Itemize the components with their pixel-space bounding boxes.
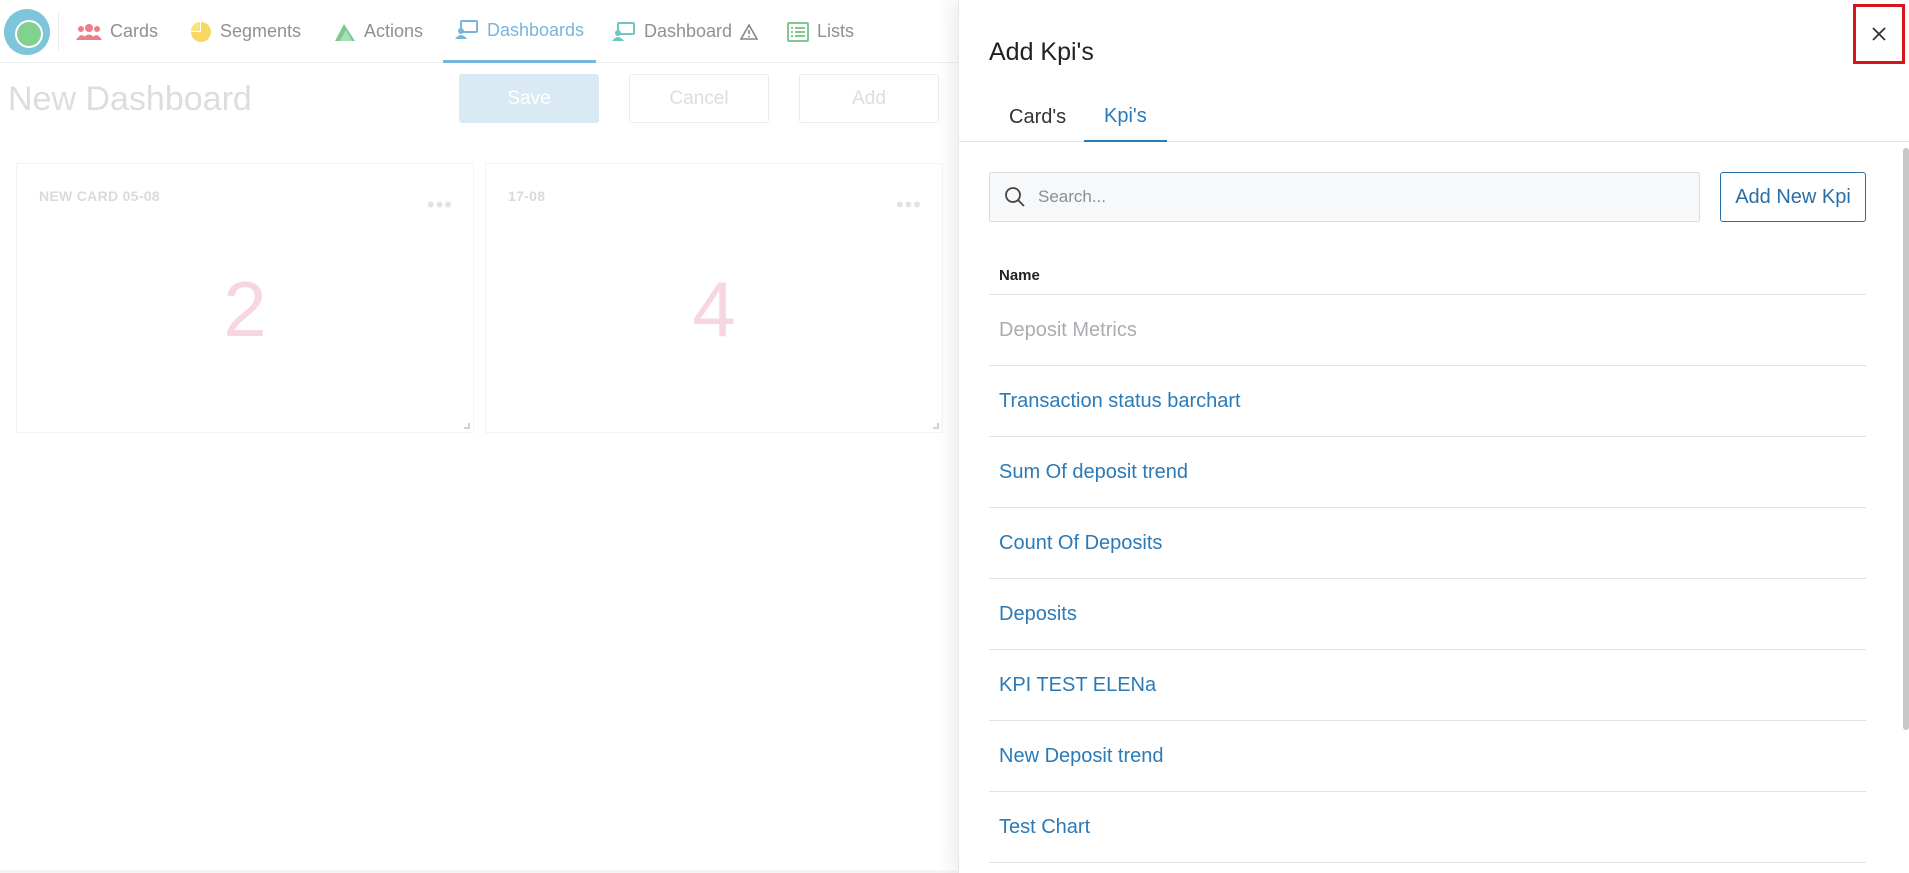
- drawer-title: Add Kpi's: [989, 38, 1094, 66]
- close-icon: [1872, 27, 1886, 41]
- drawer-tabs: Card's Kpi's: [959, 92, 1909, 142]
- kpi-row: Deposit Metrics: [989, 295, 1866, 366]
- scrollbar[interactable]: [1903, 148, 1909, 730]
- search-box: [989, 172, 1700, 222]
- search-input[interactable]: [1038, 187, 1658, 207]
- kpi-row[interactable]: Count Of Deposits: [989, 508, 1866, 579]
- add-new-kpi-button[interactable]: Add New Kpi: [1720, 172, 1866, 222]
- kpi-row[interactable]: Test Chart: [989, 792, 1866, 863]
- kpi-row[interactable]: New Deposit trend: [989, 721, 1866, 792]
- kpi-row[interactable]: KPI TEST ELENa: [989, 650, 1866, 721]
- modal-backdrop[interactable]: [0, 0, 958, 873]
- tab-kpis[interactable]: Kpi's: [1084, 92, 1167, 142]
- tab-cards[interactable]: Card's: [989, 92, 1086, 142]
- dashboard-app: Cards Segments Actions Dashboards Dashbo…: [0, 0, 958, 873]
- column-header-name: Name: [989, 257, 1866, 295]
- kpi-row[interactable]: Transaction status barchart: [989, 366, 1866, 437]
- search-icon: [1005, 187, 1025, 207]
- close-button[interactable]: [1853, 4, 1905, 64]
- kpi-row[interactable]: Sum Of deposit trend: [989, 437, 1866, 508]
- kpi-row[interactable]: Deposits: [989, 579, 1866, 650]
- add-kpi-drawer: Add Kpi's Card's Kpi's Add New Kpi Name …: [958, 0, 1909, 873]
- kpi-table: Name Deposit Metrics Transaction status …: [989, 257, 1866, 863]
